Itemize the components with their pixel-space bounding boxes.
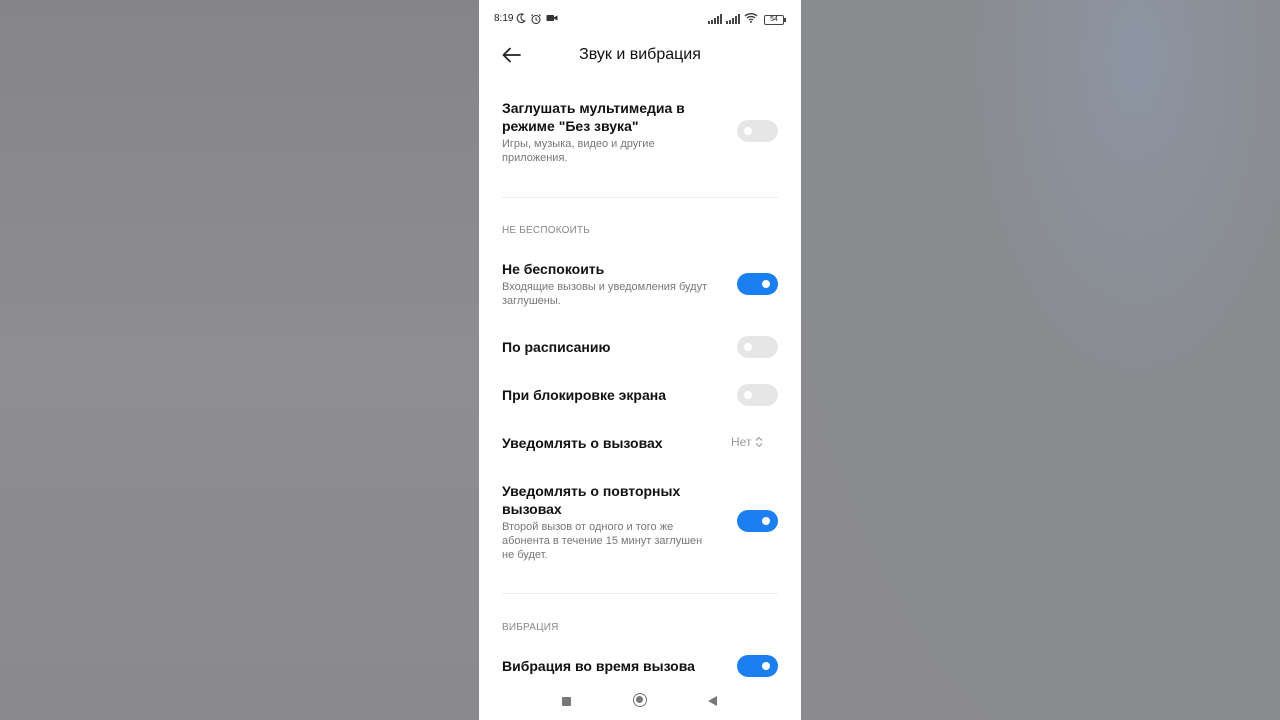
battery-icon: 54: [764, 15, 786, 25]
moon-icon: [516, 13, 527, 28]
repeat-calls-title-line1: Уведомлять о повторных: [502, 483, 681, 499]
lock-screen-title: При блокировке экрана: [502, 387, 666, 403]
repeat-calls-subtitle-line1: Второй вызов от одного и того же: [502, 521, 674, 533]
dnd-subtitle-line2: заглушены.: [502, 295, 561, 307]
header: Звук и вибрация: [479, 38, 801, 72]
vibrate-on-call-toggle[interactable]: [737, 655, 778, 677]
notify-calls-title: Уведомлять о вызовах: [502, 435, 663, 451]
signal-icon-2: [726, 14, 741, 24]
section-label-dnd: НЕ БЕСПОКОИТЬ: [502, 225, 591, 236]
dnd-toggle[interactable]: [737, 273, 778, 295]
home-circle-icon[interactable]: [633, 693, 647, 707]
lock-screen-toggle[interactable]: [737, 384, 778, 406]
mute-media-title-line2: режиме "Без звука": [502, 118, 639, 134]
notify-calls-select[interactable]: Нет: [731, 435, 763, 449]
navigation-bar: [479, 682, 801, 720]
vibrate-on-call-title: Вибрация во время вызова: [502, 658, 695, 674]
divider: [502, 197, 778, 198]
alarm-icon: [530, 13, 542, 29]
blurred-background-left: [0, 0, 479, 720]
blurred-background-right: [801, 0, 1280, 720]
repeat-calls-subtitle-line2: абонента в течение 15 минут заглушен: [502, 535, 703, 547]
mute-media-title-line1: Заглушать мультимедиа в: [502, 100, 685, 116]
status-bar: 8:19 54: [479, 0, 801, 38]
notify-calls-value: Нет: [731, 435, 752, 449]
section-label-vibration: ВИБРАЦИЯ: [502, 622, 559, 633]
phone-screen: 8:19 54 Звук и вибрация Заглушать мульти…: [479, 0, 801, 720]
mute-media-toggle[interactable]: [737, 120, 778, 142]
mute-media-subtitle-line2: приложения.: [502, 152, 568, 164]
page-title: Звук и вибрация: [579, 46, 701, 63]
repeat-calls-title-line2: вызовах: [502, 501, 562, 517]
dnd-title: Не беспокоить: [502, 261, 605, 277]
schedule-title: По расписанию: [502, 339, 611, 355]
wifi-icon: [744, 12, 758, 27]
repeat-calls-subtitle-line3: не будет.: [502, 549, 548, 561]
dnd-subtitle-line1: Входящие вызовы и уведомления будут: [502, 281, 708, 293]
recents-square-icon[interactable]: [562, 697, 571, 706]
repeat-calls-toggle[interactable]: [737, 510, 778, 532]
back-triangle-icon[interactable]: [708, 696, 717, 706]
divider: [502, 593, 778, 594]
video-camera-icon: [546, 13, 558, 27]
chevron-up-down-icon: [756, 436, 763, 448]
signal-icon: [708, 14, 723, 24]
schedule-toggle[interactable]: [737, 336, 778, 358]
mute-media-subtitle-line1: Игры, музыка, видео и другие: [502, 138, 655, 150]
status-time: 8:19: [494, 13, 514, 24]
